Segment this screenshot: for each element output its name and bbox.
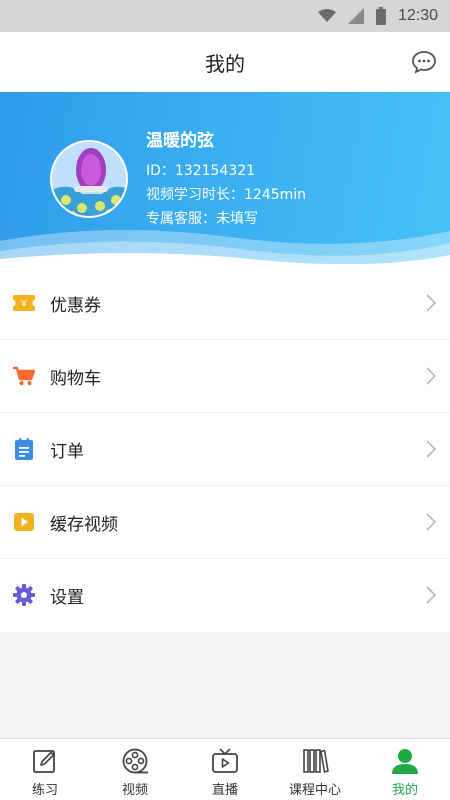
signal-icon <box>347 8 364 24</box>
books-icon <box>301 747 329 775</box>
cached-video-icon <box>13 511 35 533</box>
tab-label: 直播 <box>211 783 238 798</box>
menu-item-label: 订单 <box>50 441 84 462</box>
menu-item-label: 缓存视频 <box>50 514 118 535</box>
cart-icon <box>13 365 35 387</box>
profile-banner: 温暖的弦 ID：132154321 视频学习时长：1245min 专属客服：未填… <box>0 92 450 267</box>
chat-bubble-icon <box>412 51 436 74</box>
menu-item-cart[interactable]: 购物车 <box>0 340 450 413</box>
status-bar: 12:30 <box>0 0 450 32</box>
user-id: ID：132154321 <box>146 163 256 179</box>
order-icon <box>13 438 35 460</box>
message-button[interactable] <box>410 48 438 76</box>
menu-item-cached-video[interactable]: 缓存视频 <box>0 486 450 559</box>
bottom-tab-bar: 练习 视频 直播 课程中心 我的 <box>0 738 450 800</box>
menu-item-label: 购物车 <box>50 368 101 389</box>
status-time: 12:30 <box>397 7 438 24</box>
page-title: 我的 <box>205 51 245 76</box>
battery-icon <box>375 7 386 25</box>
tab-live[interactable]: 直播 <box>180 739 270 800</box>
user-name: 温暖的弦 <box>146 131 214 151</box>
wifi-icon <box>317 9 336 23</box>
person-icon <box>391 747 419 775</box>
tab-practice[interactable]: 练习 <box>0 739 90 800</box>
study-time: 视频学习时长：1245min <box>146 187 307 203</box>
tab-course-center[interactable]: 课程中心 <box>270 739 360 800</box>
film-reel-icon <box>121 747 149 775</box>
banner-wave <box>0 229 450 267</box>
chevron-right-icon <box>426 586 437 608</box>
chevron-right-icon <box>426 513 437 535</box>
chevron-right-icon <box>426 294 437 316</box>
menu-item-label: 设置 <box>50 588 84 608</box>
chevron-right-icon <box>426 367 437 389</box>
page-header: 我的 <box>0 32 450 92</box>
coupon-icon: ¥ <box>13 292 35 314</box>
tv-icon <box>211 747 239 775</box>
tab-video[interactable]: 视频 <box>90 739 180 800</box>
chevron-right-icon <box>426 440 437 462</box>
menu-list: ¥ 优惠券 购物车 订单 缓存视频 设置 <box>0 267 450 632</box>
tab-label: 视频 <box>121 783 148 798</box>
tab-label: 练习 <box>31 783 58 798</box>
menu-item-order[interactable]: 订单 <box>0 413 450 486</box>
menu-item-coupon[interactable]: ¥ 优惠券 <box>0 267 450 340</box>
svg-text:¥: ¥ <box>21 300 27 310</box>
gear-icon <box>13 584 35 606</box>
pencil-icon <box>31 747 59 775</box>
menu-item-settings[interactable]: 设置 <box>0 559 450 632</box>
tab-label: 课程中心 <box>288 783 341 798</box>
menu-item-label: 优惠券 <box>50 295 101 316</box>
tab-mine[interactable]: 我的 <box>360 739 450 800</box>
tab-label: 我的 <box>391 783 418 798</box>
